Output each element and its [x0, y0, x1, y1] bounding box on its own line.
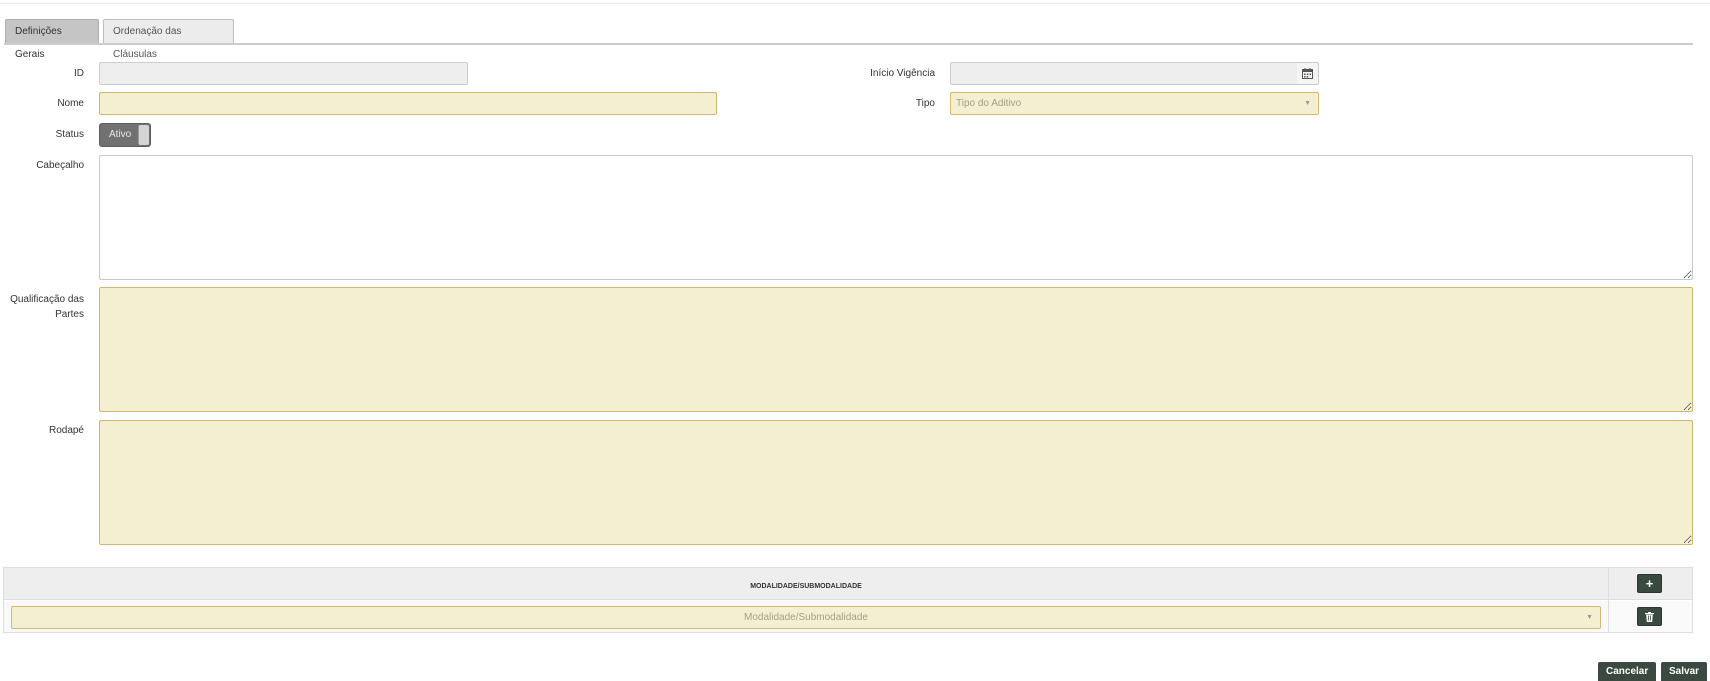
trash-icon	[1645, 612, 1654, 622]
modalidade-select[interactable]: Modalidade/Submodalidade ▼	[11, 606, 1601, 629]
id-label: ID	[74, 68, 84, 79]
rodape-textarea[interactable]	[99, 420, 1693, 545]
modalidade-placeholder: Modalidade/Submodalidade	[744, 612, 868, 623]
status-toggle-text: Ativo	[109, 129, 132, 140]
inicio-vigencia-input[interactable]	[950, 62, 1298, 85]
modalidade-grid: MODALIDADE/SUBMODALIDADE Modalidade/Subm…	[3, 567, 1693, 633]
qualificacao-textarea[interactable]	[99, 287, 1693, 412]
qualificacao-label: Qualificação das Partes	[4, 292, 84, 322]
qualificacao-label-line1: Qualificação das	[10, 294, 84, 305]
tipo-label: Tipo	[915, 98, 935, 109]
nome-input[interactable]	[99, 92, 717, 115]
cancel-button[interactable]: Cancelar	[1598, 662, 1657, 681]
tab-definicoes-gerais[interactable]: Definições Gerais	[5, 19, 99, 60]
calendar-icon	[1302, 68, 1313, 79]
grid-column-divider	[1608, 568, 1609, 632]
status-label: Status	[55, 129, 84, 140]
top-divider	[0, 3, 1710, 4]
cabecalho-label: Cabeçalho	[36, 160, 84, 171]
tipo-select[interactable]: Tipo do Aditivo ▼	[950, 92, 1319, 115]
toggle-knob	[138, 125, 149, 145]
chevron-down-icon: ▼	[1304, 100, 1311, 107]
status-toggle[interactable]: Ativo	[99, 123, 151, 147]
tab-underline	[4, 43, 1693, 45]
nome-label: Nome	[57, 98, 84, 109]
plus-icon: +	[1645, 576, 1654, 591]
inicio-vigencia-label: Início Vigência	[870, 68, 935, 79]
id-field	[99, 62, 468, 85]
tipo-placeholder: Tipo do Aditivo	[956, 98, 1022, 109]
grid-header: MODALIDADE/SUBMODALIDADE	[4, 568, 1692, 600]
save-button[interactable]: Salvar	[1661, 662, 1708, 681]
rodape-label: Rodapé	[48, 425, 84, 436]
chevron-down-icon: ▼	[1586, 614, 1593, 621]
tab-ordenacao-clausulas[interactable]: Ordenação das Cláusulas	[103, 19, 234, 60]
add-row-button[interactable]: +	[1637, 574, 1662, 593]
qualificacao-label-line2: Partes	[55, 309, 84, 320]
delete-row-button[interactable]	[1637, 607, 1662, 626]
calendar-button[interactable]	[1297, 62, 1319, 85]
cabecalho-textarea[interactable]	[99, 155, 1693, 280]
